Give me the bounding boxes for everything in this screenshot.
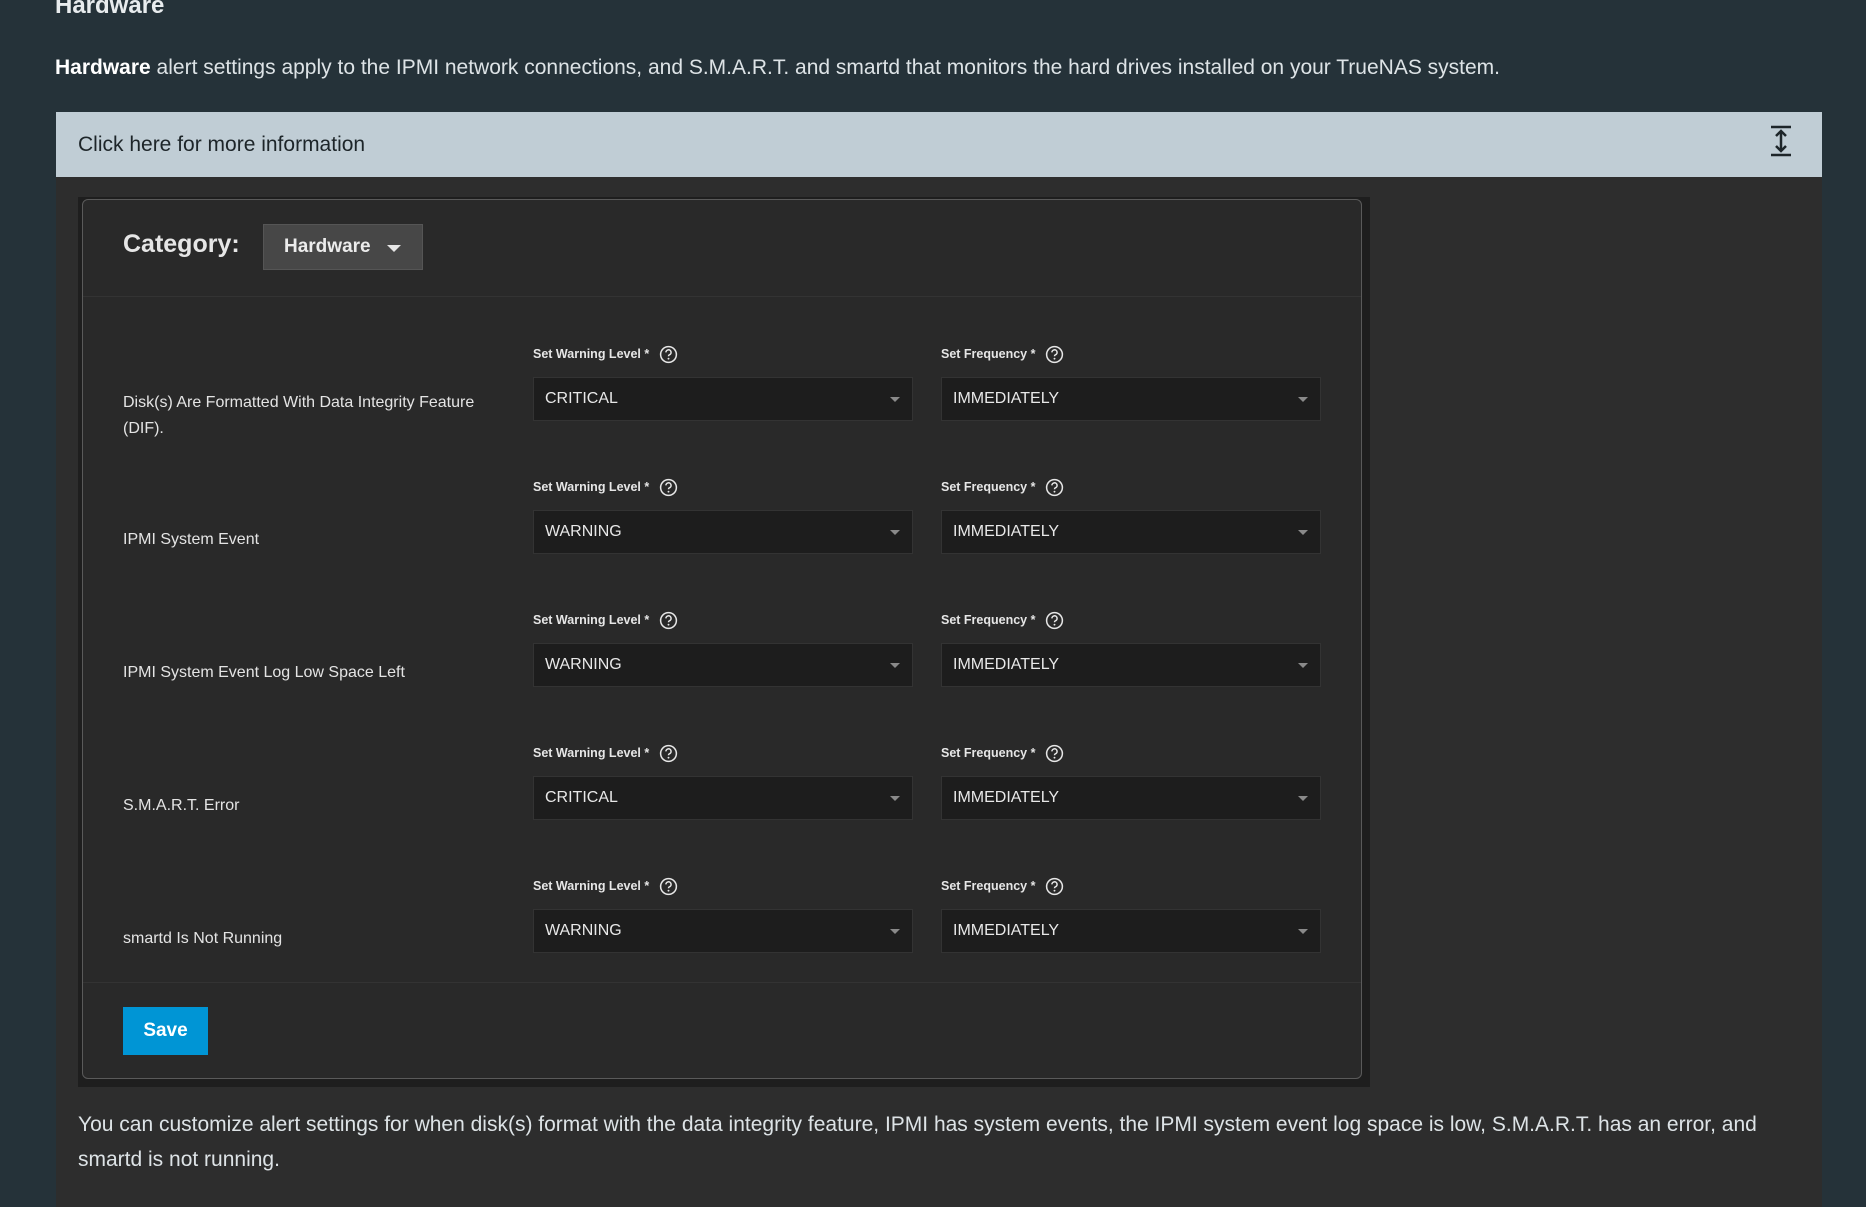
card-header: Category: Hardware [83,200,1361,297]
frequency-field: Set Frequency * IMMEDIATELY [941,875,1321,953]
chevron-down-icon [890,529,900,535]
warning-level-select[interactable]: CRITICAL [533,377,913,421]
help-icon[interactable] [1045,877,1064,896]
frequency-select[interactable]: IMMEDIATELY [941,377,1321,421]
frequency-label: Set Frequency * [941,480,1036,494]
alert-name: Disk(s) Are Formatted With Data Integrit… [123,394,475,438]
expander-label: Click here for more information [78,132,366,156]
frequency-label: Set Frequency * [941,613,1036,627]
outro-text: You can customize alert settings for whe… [78,1113,1757,1171]
frequency-field: Set Frequency * IMMEDIATELY [941,609,1321,687]
frequency-select[interactable]: IMMEDIATELY [941,510,1321,554]
warning-level-value: CRITICAL [545,789,618,806]
frequency-value: IMMEDIATELY [953,390,1060,407]
alert-settings-card: Category: Hardware Disk(s) Are Formatted… [82,199,1362,1079]
help-icon[interactable] [1045,611,1064,630]
alert-row: IPMI System Event Set Warning Level * WA… [83,476,1361,586]
chevron-down-icon [1298,529,1308,535]
warning-level-value: CRITICAL [545,390,618,407]
help-icon[interactable] [1045,345,1064,364]
chevron-down-icon [1298,795,1308,801]
intro-rest: alert settings apply to the IPMI network… [150,56,1501,79]
warning-level-value: WARNING [545,922,622,939]
frequency-field: Set Frequency * IMMEDIATELY [941,343,1321,421]
frequency-select[interactable]: IMMEDIATELY [941,643,1321,687]
alert-name: smartd Is Not Running [123,930,283,948]
save-button[interactable]: Save [123,1007,208,1055]
warning-level-value: WARNING [545,656,622,673]
intro-bold: Hardware [55,56,151,79]
frequency-label: Set Frequency * [941,879,1036,893]
chevron-down-icon [890,396,900,402]
chevron-down-icon [1298,396,1308,402]
frequency-select[interactable]: IMMEDIATELY [941,909,1321,953]
chevron-down-icon [890,795,900,801]
frequency-field: Set Frequency * IMMEDIATELY [941,742,1321,820]
alert-name: IPMI System Event Log Low Space Left [123,664,405,682]
warning-level-field: Set Warning Level * CRITICAL [533,742,913,820]
warning-level-field: Set Warning Level * CRITICAL [533,343,913,421]
frequency-value: IMMEDIATELY [953,922,1060,939]
category-value: Hardware [284,236,371,257]
chevron-down-icon [386,245,401,252]
warning-level-label: Set Warning Level * [533,480,650,494]
warning-level-select[interactable]: WARNING [533,909,913,953]
details-body: Category: Hardware Disk(s) Are Formatted… [56,177,1822,1207]
expand-vertical-icon[interactable] [1768,124,1794,158]
warning-level-label: Set Warning Level * [533,613,650,627]
embedded-screenshot: Category: Hardware Disk(s) Are Formatted… [78,197,1370,1087]
help-icon[interactable] [659,611,678,630]
warning-level-label: Set Warning Level * [533,347,650,361]
warning-level-select[interactable]: WARNING [533,510,913,554]
help-icon[interactable] [659,345,678,364]
alert-name: IPMI System Event [123,531,260,549]
alert-row: S.M.A.R.T. Error Set Warning Level * CRI… [83,742,1361,852]
frequency-label: Set Frequency * [941,746,1036,760]
warning-level-field: Set Warning Level * WARNING [533,875,913,953]
frequency-value: IMMEDIATELY [953,523,1060,540]
warning-level-field: Set Warning Level * WARNING [533,476,913,554]
help-icon[interactable] [659,877,678,896]
warning-level-label: Set Warning Level * [533,746,650,760]
chevron-down-icon [1298,662,1308,668]
frequency-field: Set Frequency * IMMEDIATELY [941,476,1321,554]
category-dropdown[interactable]: Hardware [263,224,423,270]
warning-level-value: WARNING [545,523,622,540]
intro-text: Hardware alert settings apply to the IPM… [55,56,1500,80]
frequency-select[interactable]: IMMEDIATELY [941,776,1321,820]
help-icon[interactable] [659,744,678,763]
alert-name: S.M.A.R.T. Error [123,797,240,815]
warning-level-label: Set Warning Level * [533,879,650,893]
category-label: Category: [123,230,240,258]
warning-level-field: Set Warning Level * WARNING [533,609,913,687]
chevron-down-icon [890,662,900,668]
warning-level-select[interactable]: WARNING [533,643,913,687]
warning-level-select[interactable]: CRITICAL [533,776,913,820]
help-icon[interactable] [1045,478,1064,497]
alert-row: IPMI System Event Log Low Space Left Set… [83,609,1361,719]
frequency-value: IMMEDIATELY [953,656,1060,673]
chevron-down-icon [890,928,900,934]
card-footer: Save [83,982,1361,1079]
section-title: Hardware [55,0,165,19]
help-icon[interactable] [659,478,678,497]
chevron-down-icon [1298,928,1308,934]
more-info-expander[interactable]: Click here for more information [56,112,1822,177]
frequency-label: Set Frequency * [941,347,1036,361]
frequency-value: IMMEDIATELY [953,789,1060,806]
alert-row: smartd Is Not Running Set Warning Level … [83,875,1361,985]
help-icon[interactable] [1045,744,1064,763]
alert-row: Disk(s) Are Formatted With Data Integrit… [83,343,1361,453]
